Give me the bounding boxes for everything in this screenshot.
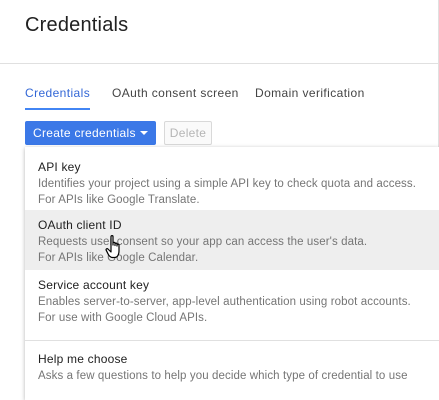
tab-domain-verification[interactable]: Domain verification [255, 78, 365, 108]
page-title: Credentials [25, 14, 129, 36]
caret-down-icon [140, 131, 148, 135]
menu-item-description: For APIs like Google Calendar. [38, 252, 199, 264]
menu-item-service-account-key[interactable]: Service account key Enables server-to-se… [25, 271, 439, 329]
menu-item-api-key[interactable]: API key Identifies your project using a … [25, 151, 439, 209]
menu-item-title: OAuth client ID [38, 218, 122, 232]
menu-divider [25, 340, 439, 341]
create-credentials-label: Create credentials [33, 126, 136, 140]
menu-item-description: For use with Google Cloud APIs. [38, 312, 208, 324]
menu-item-title: API key [38, 160, 81, 174]
menu-item-description: Identifies your project using a simple A… [38, 178, 417, 190]
tab-bar: Credentials OAuth consent screen Domain … [0, 78, 439, 110]
header-divider [0, 63, 439, 64]
menu-item-description: Requests user consent so your app can ac… [38, 236, 368, 248]
menu-item-oauth-client-id[interactable]: OAuth client ID Requests user consent so… [25, 210, 439, 270]
menu-item-title: Help me choose [38, 352, 128, 366]
create-credentials-menu: API key Identifies your project using a … [25, 147, 439, 400]
delete-button[interactable]: Delete [164, 121, 212, 145]
menu-item-help-me-choose[interactable]: Help me choose Asks a few questions to h… [25, 343, 439, 393]
menu-item-title: Service account key [38, 278, 150, 292]
menu-item-description: Asks a few questions to help you decide … [38, 370, 408, 382]
create-credentials-button[interactable]: Create credentials [25, 121, 156, 145]
menu-item-description: For APIs like Google Translate. [38, 194, 200, 206]
tab-credentials[interactable]: Credentials [25, 78, 91, 110]
tab-oauth-consent-screen[interactable]: OAuth consent screen [112, 78, 239, 108]
menu-item-description: Enables server-to-server, app-level auth… [38, 296, 411, 308]
